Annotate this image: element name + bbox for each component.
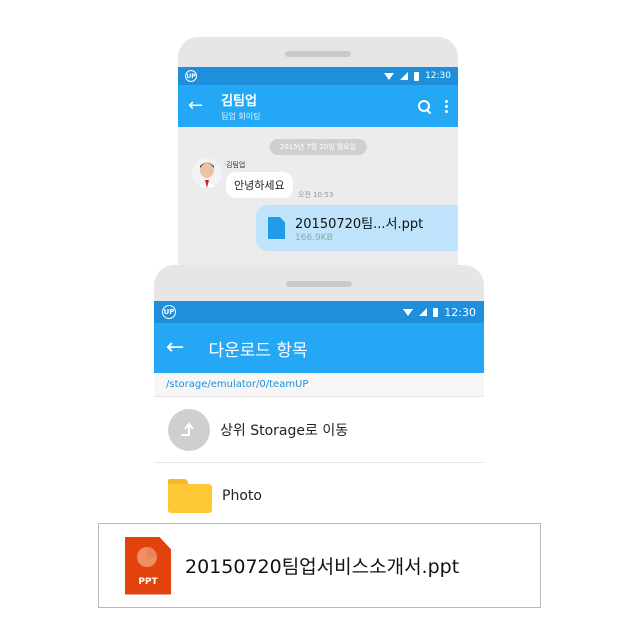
phone-speaker xyxy=(285,51,351,57)
date-divider: 2015년 7월 20일 월요일 xyxy=(269,139,367,155)
back-arrow-icon[interactable]: ← xyxy=(166,337,184,359)
pie-chart-icon xyxy=(137,546,157,567)
teamup-logo-icon: UP xyxy=(162,305,176,319)
battery-icon xyxy=(414,71,420,81)
ppt-badge: PPT xyxy=(138,576,158,587)
folder-row-photo[interactable]: Photo xyxy=(154,463,484,529)
file-message[interactable]: 20150720팀...서.ppt 166.9KB xyxy=(256,205,458,251)
folder-up-icon xyxy=(168,408,210,451)
more-vert-icon[interactable] xyxy=(445,99,448,113)
status-time: 12:30 xyxy=(444,305,476,319)
chat-phone: UP 12:30 ← 김팀업 팀업 회이팅 2015년 7월 20일 월요일 김… xyxy=(178,37,458,287)
message-time: 오전 10:53 xyxy=(298,191,334,199)
parent-folder-label: 상위 Storage로 이동 xyxy=(220,422,349,439)
chat-screen: UP 12:30 ← 김팀업 팀업 회이팅 2015년 7월 20일 월요일 김… xyxy=(178,67,458,287)
chat-title: 김팀업 xyxy=(221,94,257,109)
ppt-file-icon: PPT xyxy=(125,536,171,595)
page-title: 다운로드 항목 xyxy=(208,340,308,361)
sender-name: 김팀업 xyxy=(226,161,246,169)
back-arrow-icon[interactable]: ← xyxy=(188,97,203,115)
status-bar: UP 12:30 xyxy=(154,301,484,323)
incoming-message[interactable]: 안녕하세요 xyxy=(226,172,293,198)
wifi-icon xyxy=(384,72,395,80)
wifi-icon xyxy=(403,308,414,316)
ppt-file-row[interactable]: PPT 20150720팀업서비스소개서.ppt xyxy=(98,523,541,608)
chat-subtitle: 팀업 회이팅 xyxy=(221,112,261,121)
file-size: 166.9KB xyxy=(295,233,333,243)
teamup-logo-icon: UP xyxy=(185,70,197,82)
breadcrumb: /storage/emulator/0/teamUP xyxy=(154,373,484,397)
battery-icon xyxy=(433,307,439,317)
ppt-file-name: 20150720팀업서비스소개서.ppt xyxy=(185,556,460,578)
phone-speaker xyxy=(286,281,352,287)
avatar[interactable] xyxy=(192,158,222,188)
document-icon xyxy=(268,217,285,239)
parent-folder-row[interactable]: 상위 Storage로 이동 xyxy=(154,397,484,463)
folder-label: Photo xyxy=(222,487,262,504)
status-time: 12:30 xyxy=(425,71,451,81)
chat-app-bar: ← 김팀업 팀업 회이팅 xyxy=(178,85,458,127)
signal-icon xyxy=(419,308,428,316)
browser-app-bar: ← 다운로드 항목 xyxy=(154,323,484,373)
folder-icon xyxy=(168,478,212,513)
status-bar: UP 12:30 xyxy=(178,67,458,85)
file-name: 20150720팀...서.ppt xyxy=(295,217,424,232)
signal-icon xyxy=(400,72,409,80)
search-icon[interactable] xyxy=(418,99,431,113)
